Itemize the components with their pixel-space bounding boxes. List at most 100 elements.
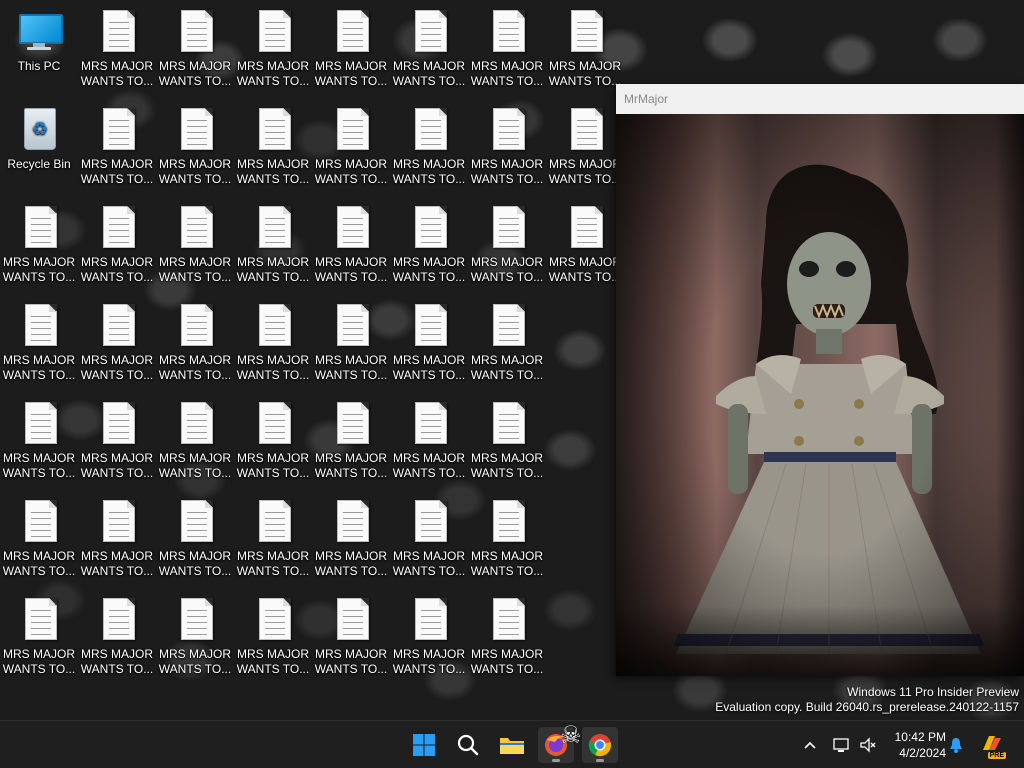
document-icon [487,598,527,642]
icon-label: MRS MAJOR WANTS TO... [392,255,466,284]
taskbar[interactable]: ☠ 10:42 PM 4/2/2024 PRE [0,720,1024,768]
icon-label: MRS MAJOR WANTS TO... [392,549,466,578]
icon-label: MRS MAJOR WANTS TO... [470,549,544,578]
icon-label: MRS MAJOR WANTS TO... [470,255,544,284]
text-file-icon[interactable]: MRS MAJOR WANTS TO... [469,198,545,290]
icon-label: Recycle Bin [7,157,71,171]
document-icon [19,598,59,642]
desktop[interactable]: This PC ♻ Recycle Bin MRS MAJOR WANTS TO.… [0,0,1024,720]
icon-label: MRS MAJOR WANTS TO... [2,451,76,480]
text-file-icon[interactable]: MRS MAJOR WANTS TO... [79,296,155,388]
document-icon [565,10,605,54]
text-file-icon[interactable]: MRS MAJOR WANTS TO... [313,100,389,192]
mrmajor-window[interactable]: MrMajor [616,84,1024,676]
document-icon [253,402,293,446]
text-file-icon[interactable]: MRS MAJOR WANTS TO... [1,492,77,584]
text-file-icon[interactable]: MRS MAJOR WANTS TO... [313,2,389,94]
volume-mute-icon[interactable] [858,735,878,755]
text-file-icon[interactable]: MRS MAJOR WANTS TO... [79,590,155,682]
chevron-up-icon[interactable] [800,735,820,755]
text-file-icon[interactable]: MRS MAJOR WANTS TO... [157,296,233,388]
bell-icon[interactable] [946,735,966,755]
icon-label: MRS MAJOR WANTS TO... [2,647,76,676]
icon-label: This PC [17,59,61,73]
text-file-icon[interactable]: MRS MAJOR WANTS TO... [235,296,311,388]
document-icon [97,402,137,446]
text-file-icon[interactable]: MRS MAJOR WANTS TO... [547,100,623,192]
icon-label: MRS MAJOR WANTS TO... [158,353,232,382]
text-file-icon[interactable]: MRS MAJOR WANTS TO... [313,296,389,388]
text-file-icon[interactable]: MRS MAJOR WANTS TO... [235,394,311,486]
document-icon [487,10,527,54]
text-file-icon[interactable]: MRS MAJOR WANTS TO... [157,198,233,290]
document-icon [331,108,371,152]
icon-label: MRS MAJOR WANTS TO... [470,59,544,88]
icon-label: MRS MAJOR WANTS TO... [2,255,76,284]
text-file-icon[interactable]: MRS MAJOR WANTS TO... [79,198,155,290]
text-file-icon[interactable]: MRS MAJOR WANTS TO... [391,198,467,290]
text-file-icon[interactable]: MRS MAJOR WANTS TO... [547,2,623,94]
text-file-icon[interactable]: MRS MAJOR WANTS TO... [79,100,155,192]
document-icon [97,304,137,348]
document-icon [175,10,215,54]
text-file-icon[interactable]: MRS MAJOR WANTS TO... [469,100,545,192]
text-file-icon[interactable]: MRS MAJOR WANTS TO... [547,198,623,290]
text-file-icon[interactable]: MRS MAJOR WANTS TO... [157,100,233,192]
text-file-icon[interactable]: MRS MAJOR WANTS TO... [469,492,545,584]
text-file-icon[interactable]: MRS MAJOR WANTS TO... [391,296,467,388]
document-icon [409,108,449,152]
text-file-icon[interactable]: MRS MAJOR WANTS TO... [157,590,233,682]
text-file-icon[interactable]: MRS MAJOR WANTS TO... [391,100,467,192]
search-button[interactable] [450,727,486,763]
text-file-icon[interactable]: MRS MAJOR WANTS TO... [391,2,467,94]
text-file-icon[interactable]: MRS MAJOR WANTS TO... [235,100,311,192]
icon-label: MRS MAJOR WANTS TO... [548,255,622,284]
text-file-icon[interactable]: MRS MAJOR WANTS TO... [313,492,389,584]
network-icon[interactable] [832,735,852,755]
text-file-icon[interactable]: MRS MAJOR WANTS TO... [1,198,77,290]
document-icon [331,206,371,250]
firefox-button[interactable]: ☠ [538,722,582,763]
text-file-icon[interactable]: MRS MAJOR WANTS TO... [79,2,155,94]
icon-label: MRS MAJOR WANTS TO... [158,549,232,578]
text-file-icon[interactable]: MRS MAJOR WANTS TO... [391,394,467,486]
clock[interactable]: 10:42 PM 4/2/2024 [895,729,946,761]
text-file-icon[interactable]: MRS MAJOR WANTS TO... [469,2,545,94]
text-file-icon[interactable]: MRS MAJOR WANTS TO... [157,394,233,486]
text-file-icon[interactable]: MRS MAJOR WANTS TO... [391,492,467,584]
text-file-icon[interactable]: MRS MAJOR WANTS TO... [157,2,233,94]
this-pc-icon[interactable]: This PC [1,2,77,94]
recycle-bin-icon[interactable]: ♻ Recycle Bin [1,100,77,192]
file-explorer-button[interactable] [494,727,530,763]
start-button[interactable] [406,727,442,763]
text-file-icon[interactable]: MRS MAJOR WANTS TO... [157,492,233,584]
text-file-icon[interactable]: MRS MAJOR WANTS TO... [235,2,311,94]
chrome-button[interactable] [582,727,618,763]
icon-label: MRS MAJOR WANTS TO... [314,59,388,88]
text-file-icon[interactable]: MRS MAJOR WANTS TO... [469,590,545,682]
document-icon [331,500,371,544]
text-file-icon[interactable]: MRS MAJOR WANTS TO... [235,198,311,290]
icon-label: MRS MAJOR WANTS TO... [314,353,388,382]
text-file-icon[interactable]: MRS MAJOR WANTS TO... [313,590,389,682]
text-file-icon[interactable]: MRS MAJOR WANTS TO... [79,492,155,584]
copilot-button[interactable]: PRE [976,727,1008,763]
text-file-icon[interactable]: MRS MAJOR WANTS TO... [235,590,311,682]
document-icon [175,206,215,250]
window-titlebar[interactable]: MrMajor [616,84,1024,114]
text-file-icon[interactable]: MRS MAJOR WANTS TO... [235,492,311,584]
text-file-icon[interactable]: MRS MAJOR WANTS TO... [469,296,545,388]
text-file-icon[interactable]: MRS MAJOR WANTS TO... [1,590,77,682]
windows-start-icon [413,734,435,756]
text-file-icon[interactable]: MRS MAJOR WANTS TO... [391,590,467,682]
text-file-icon[interactable]: MRS MAJOR WANTS TO... [313,198,389,290]
icon-label: MRS MAJOR WANTS TO... [158,59,232,88]
text-file-icon[interactable]: MRS MAJOR WANTS TO... [469,394,545,486]
icon-label: MRS MAJOR WANTS TO... [80,451,154,480]
text-file-icon[interactable]: MRS MAJOR WANTS TO... [1,394,77,486]
document-icon [97,108,137,152]
text-file-icon[interactable]: MRS MAJOR WANTS TO... [1,296,77,388]
icon-label: MRS MAJOR WANTS TO... [314,549,388,578]
text-file-icon[interactable]: MRS MAJOR WANTS TO... [79,394,155,486]
text-file-icon[interactable]: MRS MAJOR WANTS TO... [313,394,389,486]
